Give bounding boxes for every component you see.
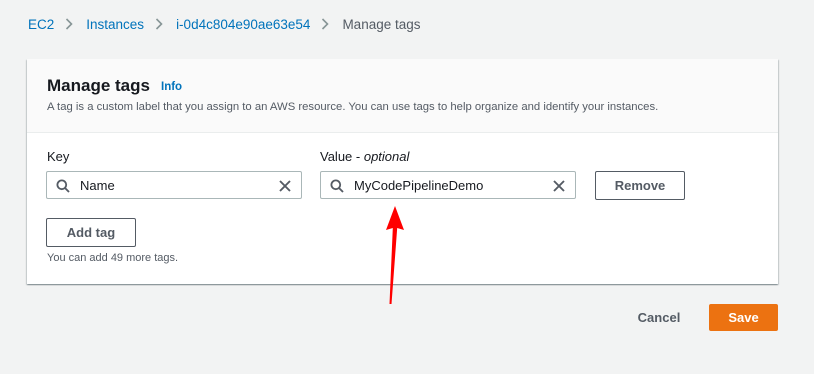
save-button[interactable]: Save [709, 304, 778, 331]
chevron-right-icon [60, 15, 80, 33]
value-label-optional: optional [363, 149, 410, 164]
cancel-button[interactable]: Cancel [630, 304, 688, 331]
value-label: Value - optional [320, 149, 409, 164]
key-field[interactable] [46, 171, 302, 199]
remaining-tags-hint: You can add 49 more tags. [47, 252, 179, 264]
value-input[interactable] [354, 178, 544, 193]
search-icon [56, 179, 70, 198]
red-arrow-annotation [386, 206, 404, 304]
search-icon [330, 179, 344, 198]
add-tag-button[interactable]: Add tag [46, 218, 136, 247]
chevron-right-icon [150, 15, 170, 33]
breadcrumb-item-ec2[interactable]: EC2 [28, 17, 54, 32]
breadcrumb-item-current: Manage tags [342, 16, 421, 32]
key-label: Key [47, 149, 70, 164]
value-label-text: Value - [320, 149, 364, 164]
panel-header: Manage tags Info A tag is a custom label… [27, 59, 778, 133]
key-input[interactable] [80, 178, 270, 193]
breadcrumb-item-instance-id[interactable]: i-0d4c804e90ae63e54 [176, 17, 310, 32]
clear-icon[interactable] [278, 179, 292, 198]
breadcrumb-item-instances[interactable]: Instances [86, 17, 144, 32]
remove-button[interactable]: Remove [595, 171, 685, 200]
page-title: Manage tags [47, 76, 150, 95]
value-field[interactable] [320, 171, 576, 199]
chevron-right-icon [316, 15, 336, 33]
breadcrumb: EC2 Instances i-0d4c804e90ae63e54 Manage… [28, 15, 421, 33]
clear-icon[interactable] [552, 179, 566, 198]
panel-description: A tag is a custom label that you assign … [47, 101, 659, 113]
info-link[interactable]: Info [161, 81, 182, 93]
